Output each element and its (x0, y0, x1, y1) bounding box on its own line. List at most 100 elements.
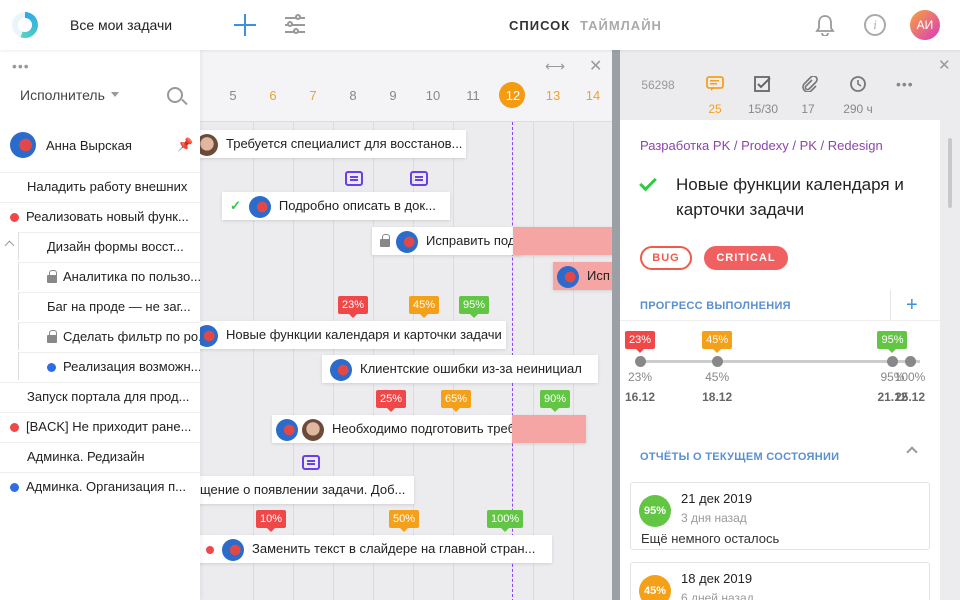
task-bar[interactable]: Необходимо подготовить требования... (272, 415, 512, 443)
more-icon[interactable]: ••• (896, 76, 914, 92)
status-dot (10, 213, 19, 223)
tab-timeline[interactable]: ТАЙМЛАЙН (580, 18, 662, 33)
day-label: 9 (389, 88, 397, 103)
tab-list[interactable]: СПИСОК (509, 18, 570, 33)
assignee-avatar (222, 538, 244, 561)
attachments-count: 17 (801, 102, 815, 116)
attachment-icon[interactable] (800, 76, 818, 92)
task-list-item[interactable]: Баг на проде — не заг... (18, 292, 200, 320)
report-text: Ещё немного осталось (641, 531, 780, 546)
task-list-item[interactable]: Админка. Организация п... (0, 472, 200, 500)
add-task-icon[interactable] (232, 12, 258, 38)
assignee-avatar (200, 133, 218, 156)
task-list-label: Наладить работу внешних (27, 179, 188, 194)
progress-date: 16.12 (624, 390, 656, 404)
task-list-label: Сделать фильтр по ро... (63, 329, 200, 344)
bell-icon[interactable] (815, 14, 835, 36)
expand-horizontal-icon[interactable]: ⟷ (545, 58, 565, 75)
comment-icon[interactable] (302, 455, 320, 470)
pin-icon[interactable]: 📌 (177, 137, 193, 153)
timeline: ⟷ ✕ 5 6 7 8 9 10 11 12 13 14 Требуется с… (200, 50, 612, 600)
close-timeline-icon[interactable]: ✕ (589, 56, 602, 76)
progress-percent: 100% (894, 370, 926, 384)
checklist-count: 15/30 (747, 102, 779, 116)
task-detail-panel: 56298 25 15/30 17 290 ч ••• ✕ Разработка… (620, 50, 960, 600)
chevron-up-icon[interactable] (906, 446, 918, 458)
task-bar-overdue[interactable] (512, 415, 586, 443)
user-group-header[interactable]: Анна Вырская 📌 (0, 130, 200, 160)
user-avatar (10, 132, 36, 158)
progress-point[interactable] (887, 356, 899, 367)
report-item[interactable]: 95% 21 дек 2019 3 дня назад Ещё немного … (630, 482, 930, 550)
task-bar-selected[interactable]: Новые функции календаря и карточки задач… (200, 321, 506, 349)
day-label: 11 (466, 88, 480, 103)
breadcrumb[interactable]: Разработка PK / Prodexy / PK / Redesign (640, 138, 883, 153)
task-id: 56298 (641, 78, 675, 92)
day-label: 5 (229, 88, 237, 103)
report-item[interactable]: 45% 18 дек 2019 6 дней назад (630, 562, 930, 600)
chevron-up-icon[interactable] (4, 240, 15, 251)
task-bar[interactable]: Исправить подключение ODa (372, 227, 522, 255)
progress-percent: 23% (627, 370, 653, 384)
task-list-item[interactable]: Админка. Редизайн (0, 442, 200, 470)
filter-settings-icon[interactable] (283, 13, 307, 37)
report-progress: 45% (639, 575, 671, 600)
day-label: 10 (425, 88, 441, 103)
close-icon[interactable]: ✕ (938, 56, 951, 74)
page-title[interactable]: Все мои задачи (70, 17, 172, 33)
assignee-avatar (200, 324, 218, 347)
task-list-item[interactable]: Сделать фильтр по ро... (18, 322, 200, 350)
search-icon[interactable] (167, 87, 183, 103)
task-list-item[interactable]: Дизайн формы восст... (18, 232, 200, 260)
reports-card: ОТЧЁТЫ О ТЕКУЩЕМ СОСТОЯНИИ 95% 21 дек 20… (620, 440, 940, 600)
progress-point[interactable] (712, 356, 724, 367)
more-icon[interactable]: ••• (12, 58, 30, 74)
report-progress: 95% (639, 495, 671, 527)
task-bar-overdue[interactable] (513, 227, 612, 255)
chevron-down-icon (110, 91, 119, 101)
panel-divider[interactable] (612, 50, 620, 600)
task-bar[interactable]: Исп (553, 262, 612, 290)
task-title[interactable]: Новые функции календаря и карточки задач… (640, 172, 930, 222)
task-list-item[interactable]: Наладить работу внешних (0, 172, 200, 200)
task-bar[interactable]: Клиентские ошибки из-за неинициал (322, 355, 598, 383)
task-bar[interactable]: щение о появлении задачи. Доб... (200, 476, 414, 504)
comment-icon[interactable] (410, 171, 428, 186)
task-bar[interactable]: ✓ Подробно описать в док... (222, 192, 450, 220)
progress-track (640, 360, 920, 363)
assignee-avatar (396, 230, 418, 253)
day-label: 13 (545, 88, 561, 103)
assignee-filter[interactable]: Исполнитель (20, 87, 119, 103)
task-list-item[interactable]: Запуск портала для прод... (0, 382, 200, 410)
info-icon[interactable]: i (864, 14, 886, 36)
tag-bug[interactable]: BUG (640, 246, 692, 270)
progress-point[interactable] (905, 356, 916, 367)
add-progress-icon[interactable]: + (906, 294, 918, 317)
task-list-item[interactable]: Реализация возможн... (18, 352, 200, 380)
app-logo[interactable] (12, 12, 38, 38)
progress-pill: 50% (389, 510, 420, 532)
task-bar[interactable]: Требуется специалист для восстанов... (200, 130, 466, 158)
progress-pill: 90% (540, 390, 571, 412)
progress-pill: 25% (376, 390, 407, 412)
lock-icon (47, 269, 57, 283)
scrollbar[interactable] (948, 138, 952, 208)
lock-icon (380, 233, 390, 247)
progress-title: ПРОГРЕСС ВЫПОЛНЕНИЯ (640, 300, 791, 312)
report-date: 18 дек 2019 (681, 571, 753, 586)
comment-icon[interactable] (345, 171, 363, 186)
task-list-label: Баг на проде — не заг... (47, 299, 191, 314)
task-list-item[interactable]: Реализовать новый функ... (0, 202, 200, 230)
user-avatar[interactable]: АИ (910, 10, 940, 40)
task-bar[interactable]: Заменить текст в слайдере на главной стр… (200, 535, 552, 563)
comments-icon[interactable] (706, 76, 724, 92)
tag-critical[interactable]: CRITICAL (704, 246, 788, 270)
day-label-today: 12 (505, 88, 521, 103)
task-list-label: Дизайн формы восст... (47, 239, 184, 254)
user-name: Анна Вырская (46, 138, 132, 153)
progress-point[interactable] (635, 356, 646, 367)
checklist-icon[interactable] (754, 76, 772, 92)
task-list-item[interactable]: Аналитика по пользо... (18, 262, 200, 290)
clock-icon[interactable] (849, 76, 867, 92)
task-list-item[interactable]: [BACK] Не приходит ране... (0, 412, 200, 440)
